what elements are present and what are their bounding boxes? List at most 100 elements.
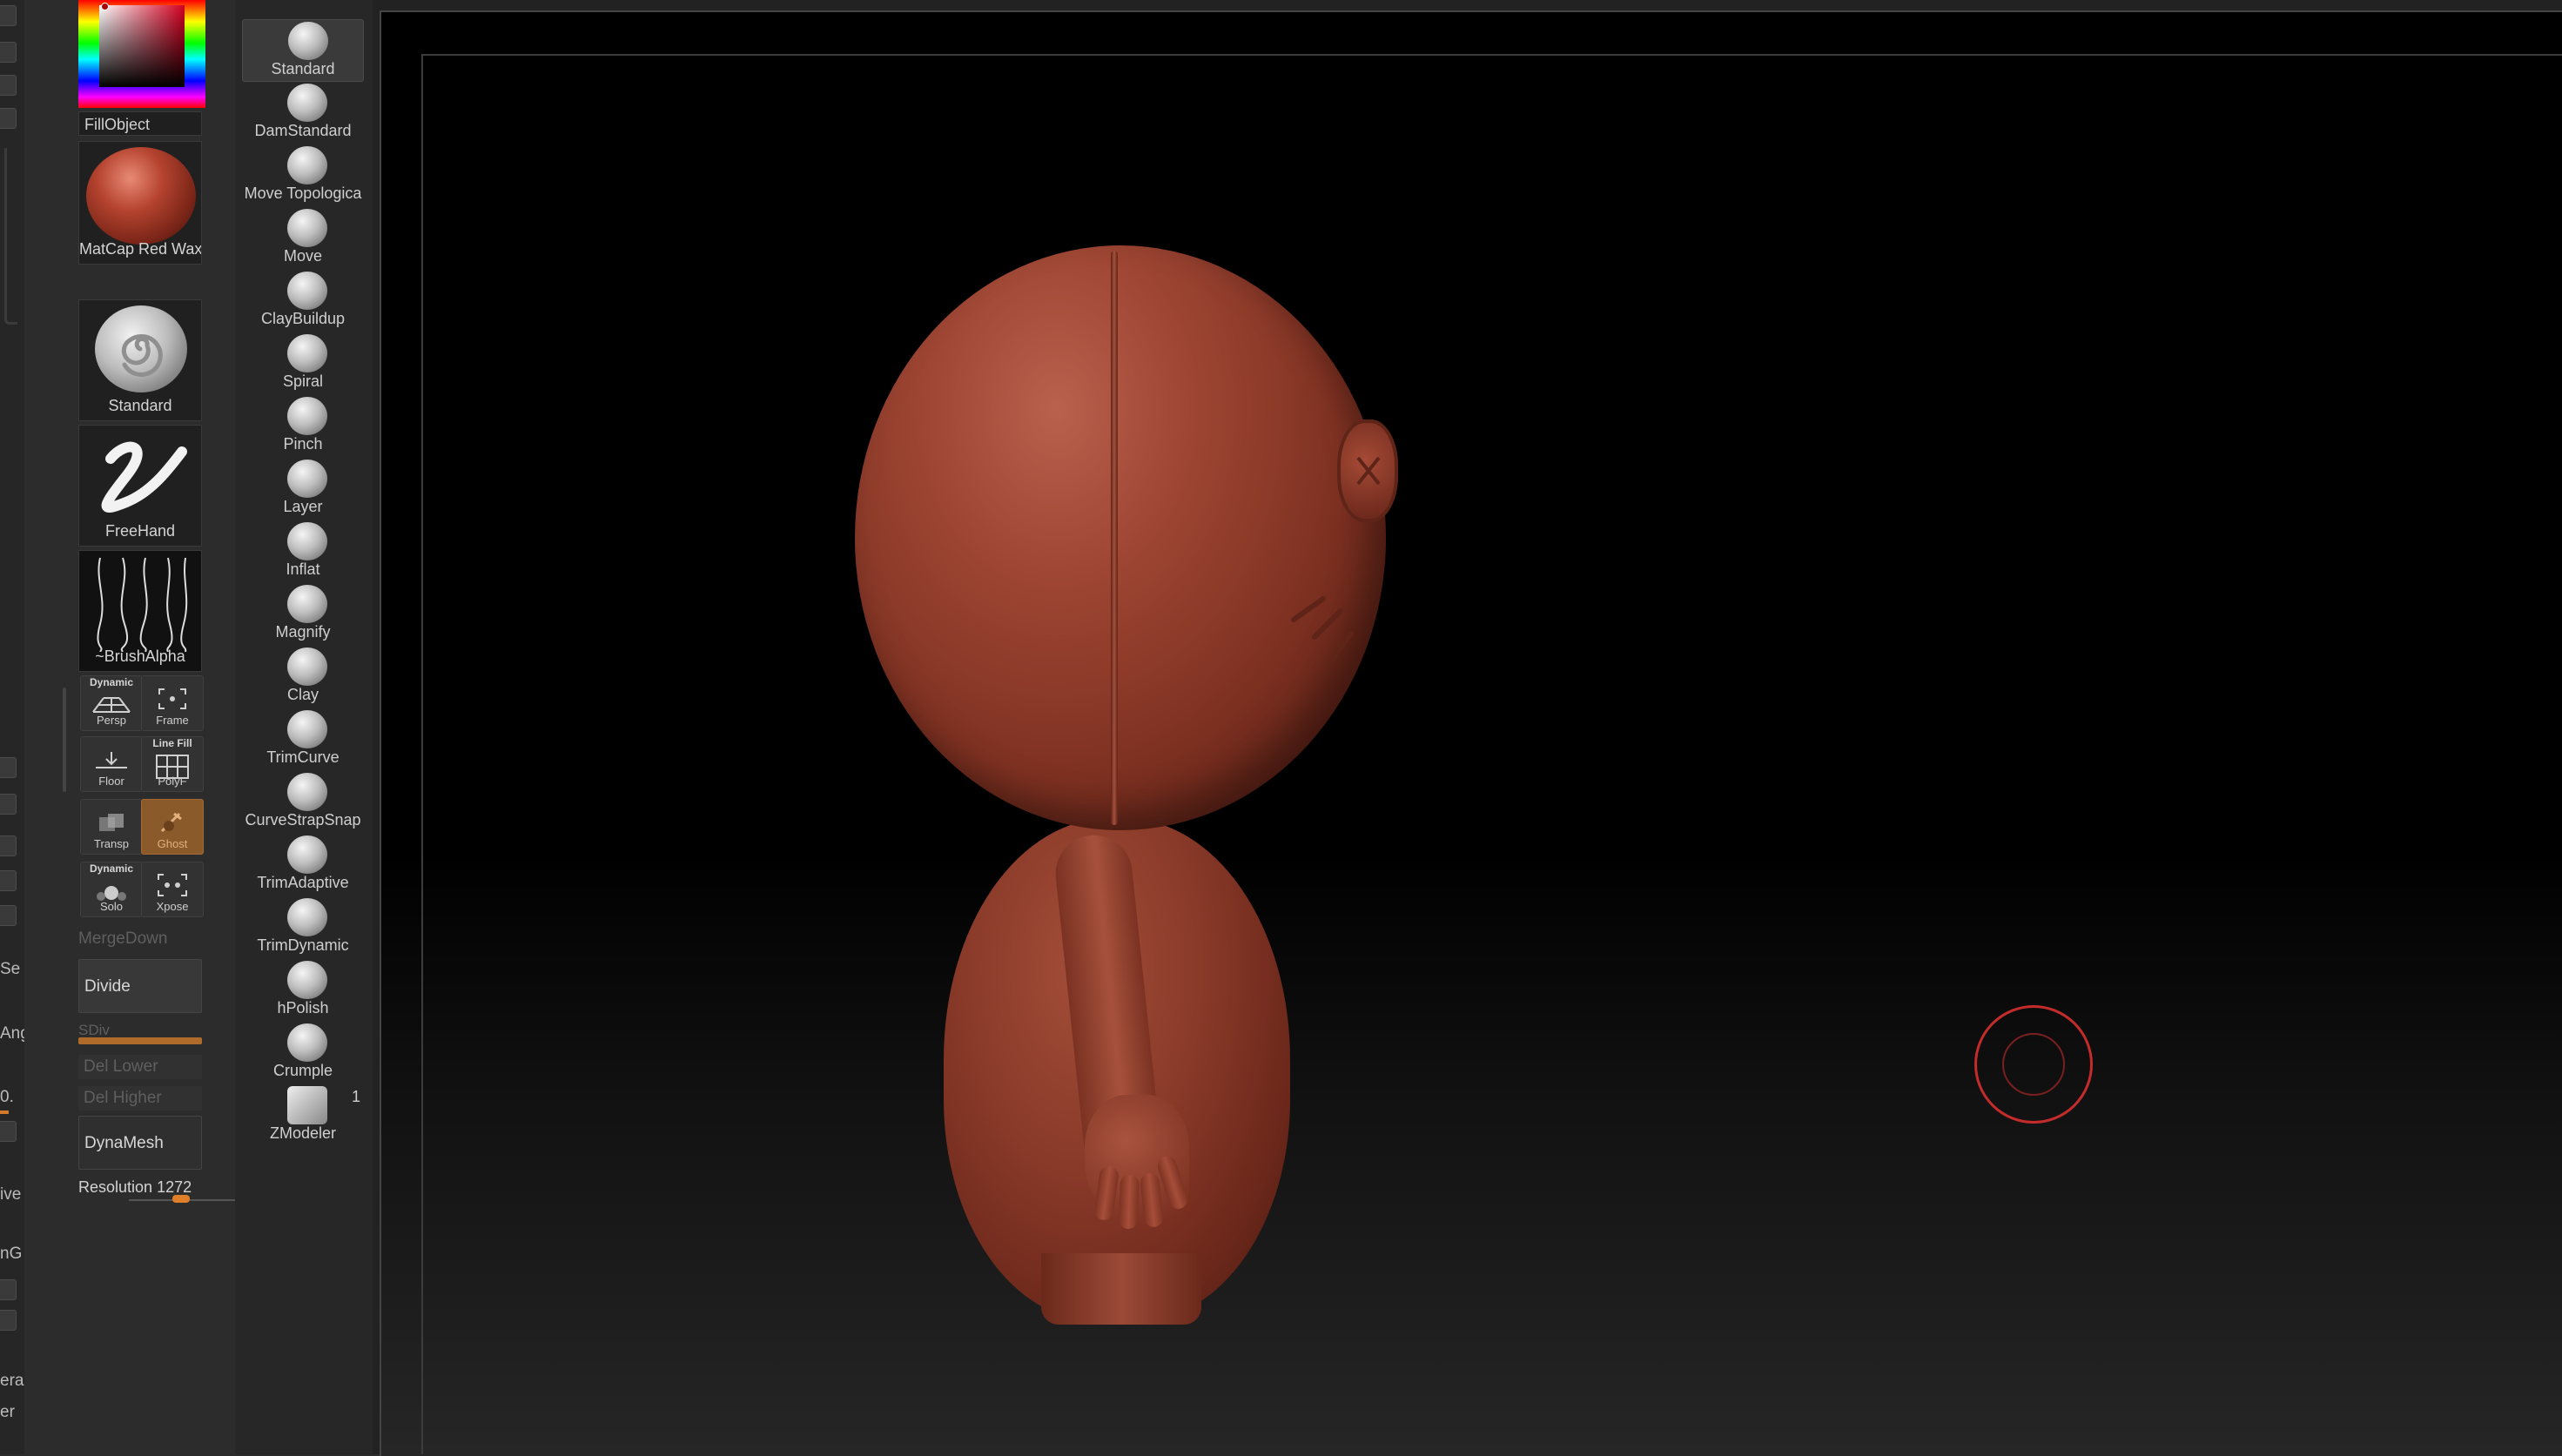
brush-item-crumple[interactable]: Crumple (242, 1022, 364, 1084)
tray-button[interactable] (0, 42, 17, 63)
tray-label: era (0, 1372, 24, 1390)
polyf-label: PolyF (158, 775, 187, 788)
tray-button[interactable] (0, 757, 17, 778)
tray-button[interactable] (0, 75, 17, 96)
tray-button[interactable] (0, 870, 17, 891)
tray-button[interactable] (0, 5, 17, 26)
tray-button[interactable] (0, 905, 17, 926)
resolution-value: 1272 (157, 1178, 192, 1196)
floor-label: Floor (98, 775, 124, 788)
damstandard-brush-icon (287, 84, 327, 122)
tray-button[interactable] (0, 1310, 17, 1331)
brush-item-trimdynamic[interactable]: TrimDynamic (242, 896, 364, 959)
stroke-selector[interactable]: FreeHand (78, 425, 202, 547)
brush-item-move-topological[interactable]: Move Topologica (242, 144, 364, 207)
brush-item-curvestrapsnap[interactable]: CurveStrapSnap (242, 771, 364, 834)
brush-cursor-inner-ring (2002, 1033, 2065, 1096)
brush-item-pinch[interactable]: Pinch (242, 395, 364, 458)
tray-button[interactable] (0, 108, 17, 129)
tray-label: ive (0, 1185, 22, 1204)
hpolish-brush-icon (287, 961, 327, 999)
brush-item-move[interactable]: Move (242, 207, 364, 270)
del-higher-button[interactable]: Del Higher (78, 1086, 202, 1110)
merge-down-button[interactable]: MergeDown (78, 929, 202, 949)
trimcurve-brush-icon (287, 710, 327, 748)
frame-label: Frame (156, 714, 189, 727)
color-saturation-square[interactable] (99, 5, 185, 87)
brush-item-damstandard[interactable]: DamStandard (242, 82, 364, 144)
brush-palette: Standard DamStandard Move Topologica Mov… (235, 0, 373, 1454)
persp-button[interactable]: Dynamic Persp (80, 675, 143, 731)
tray-label: er (0, 1403, 15, 1421)
transp-label: Transp (94, 837, 129, 850)
brush-item-magnify[interactable]: Magnify (242, 583, 364, 646)
standard-brush-icon (288, 22, 328, 60)
polyf-linefill-label: Line Fill (152, 737, 192, 749)
zmodeler-count-badge: 1 (352, 1088, 361, 1105)
color-picker[interactable] (78, 0, 205, 108)
model-hand[interactable] (1085, 1095, 1191, 1230)
brush-item-layer[interactable]: Layer (242, 458, 364, 520)
model-head[interactable] (855, 245, 1386, 830)
brush-item-label: Crumple (272, 1062, 333, 1079)
brush-item-label: TrimCurve (266, 748, 340, 766)
brush-label: Standard (108, 397, 172, 414)
brush-item-standard[interactable]: Standard (242, 19, 364, 82)
brush-item-label: Spiral (282, 372, 324, 390)
move-topological-brush-icon (287, 146, 327, 185)
sdiv-slider[interactable] (78, 1037, 202, 1044)
divide-button[interactable]: Divide (78, 959, 202, 1013)
brush-item-spiral[interactable]: Spiral (242, 332, 364, 395)
polyf-button[interactable]: Line Fill PolyF (141, 736, 204, 792)
ghost-button[interactable]: Ghost (141, 799, 204, 855)
tray-button[interactable] (0, 1121, 17, 1142)
frame-button[interactable]: Frame (141, 675, 204, 731)
model-base[interactable] (1041, 1253, 1201, 1325)
floor-button[interactable]: Floor (80, 736, 143, 792)
tray-divider (4, 148, 17, 325)
clay-brush-icon (287, 647, 327, 686)
brush-item-claybuildup[interactable]: ClayBuildup (242, 270, 364, 332)
ghost-icon (160, 812, 182, 833)
solo-dynamic-label: Dynamic (89, 862, 134, 875)
pinch-brush-icon (287, 397, 327, 435)
shelf-handle[interactable] (63, 688, 66, 792)
magnify-brush-icon (287, 585, 327, 623)
brush-item-inflat[interactable]: Inflat (242, 520, 364, 583)
tray-button[interactable] (0, 835, 17, 856)
brush-item-label: CurveStrapSnap (245, 811, 361, 829)
transparency-icon (99, 814, 124, 831)
transp-button[interactable]: Transp (80, 799, 143, 855)
dynamesh-button[interactable]: DynaMesh (78, 1116, 202, 1170)
brush-item-label: Standard (271, 60, 335, 77)
material-selector[interactable]: MatCap Red Wax (78, 141, 202, 265)
model-finger (1093, 1164, 1120, 1222)
canvas-border (421, 54, 2562, 1454)
tray-label: nG (0, 1245, 23, 1263)
model-stitch-marks (1291, 596, 1354, 662)
color-marker[interactable] (101, 3, 109, 10)
brush-item-clay[interactable]: Clay (242, 646, 364, 708)
brush-item-hpolish[interactable]: hPolish (242, 959, 364, 1022)
brush-item-label: Layer (283, 498, 323, 515)
tray-slider[interactable] (0, 1110, 9, 1114)
claybuildup-brush-icon (287, 272, 327, 310)
brush-item-label: Move Topologica (244, 185, 362, 202)
brush-item-label: Pinch (283, 435, 323, 453)
xpose-button[interactable]: Xpose (141, 862, 204, 917)
model-finger (1139, 1172, 1165, 1228)
del-lower-button[interactable]: Del Lower (78, 1055, 202, 1079)
solo-button[interactable]: Dynamic Solo (80, 862, 143, 917)
frame-icon (158, 688, 186, 709)
brush-selector[interactable]: Standard (78, 299, 202, 421)
resolution-slider-label: Resolution 1272 (78, 1178, 202, 1197)
fill-object-button[interactable]: FillObject (78, 111, 202, 136)
brush-item-trimcurve[interactable]: TrimCurve (242, 708, 364, 771)
tray-button[interactable] (0, 794, 17, 815)
resolution-slider-knob[interactable] (172, 1195, 190, 1203)
tray-button[interactable] (0, 1279, 17, 1300)
alpha-selector[interactable]: ~BrushAlpha (78, 550, 202, 672)
xpose-icon (158, 874, 187, 896)
brush-item-trimadaptive[interactable]: TrimAdaptive (242, 834, 364, 896)
brush-item-zmodeler[interactable]: ZModeler (242, 1084, 364, 1147)
